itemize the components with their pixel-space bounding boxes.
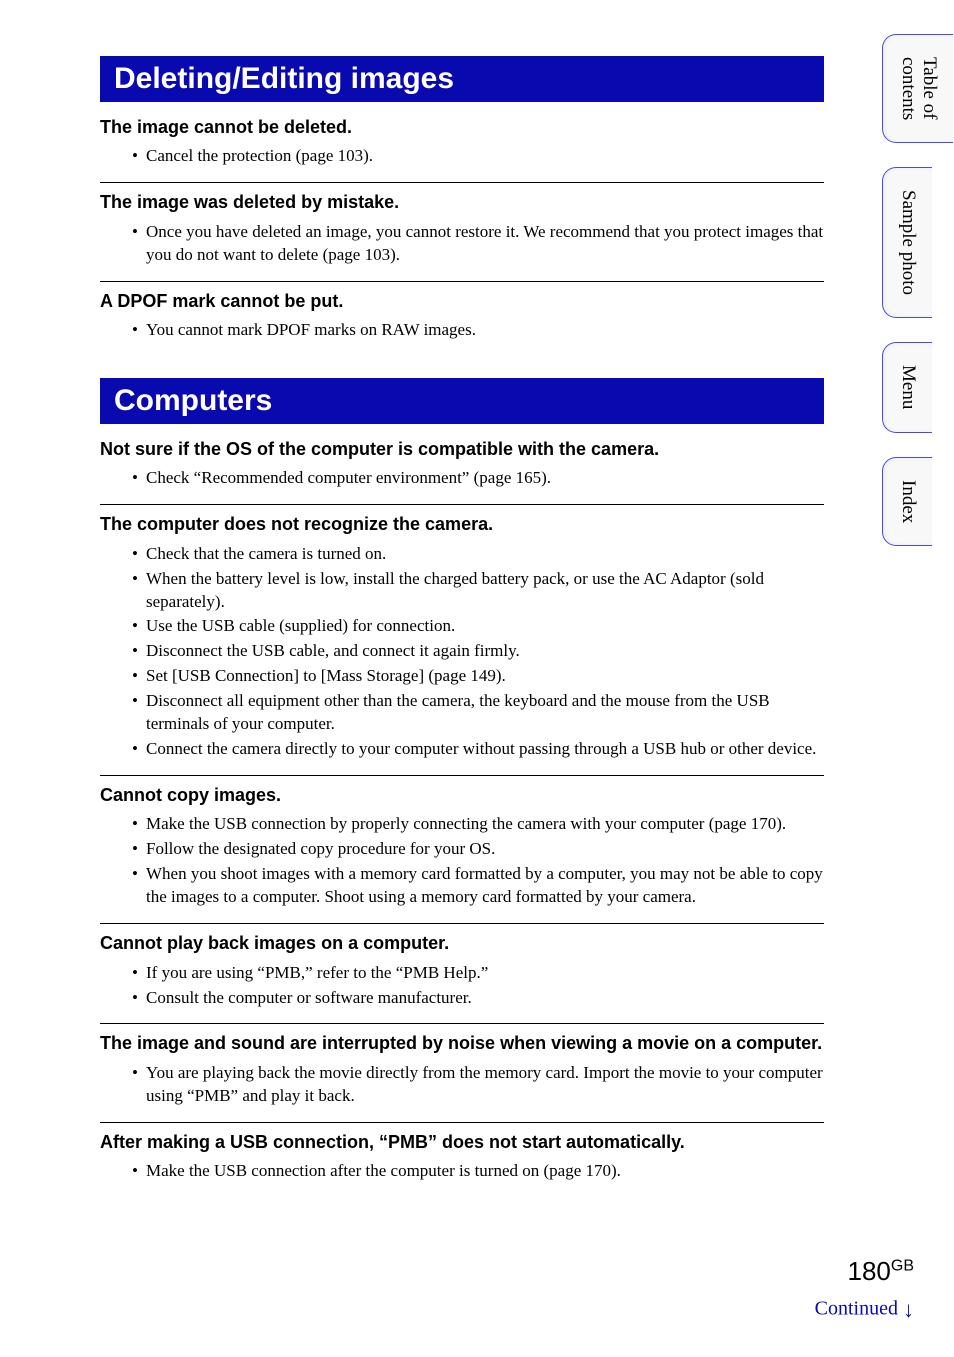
problem-block: After making a USB connection, “PMB” doe… [100, 1131, 824, 1183]
list-item: Use the USB cable (supplied) for connect… [132, 615, 824, 638]
problem-block: Cannot copy images. Make the USB connect… [100, 784, 824, 909]
bullet-list: Check “Recommended computer environment”… [100, 467, 824, 490]
continued-label: Continued [815, 1298, 898, 1320]
list-item: Cancel the protection (page 103). [132, 145, 824, 168]
list-item: Make the USB connection by properly conn… [132, 813, 824, 836]
problem-heading: Cannot copy images. [100, 784, 824, 807]
problem-heading: Cannot play back images on a computer. [100, 932, 824, 955]
problem-heading: A DPOF mark cannot be put. [100, 290, 824, 313]
list-item: Once you have deleted an image, you cann… [132, 221, 824, 267]
divider [100, 923, 824, 924]
list-item: Make the USB connection after the comput… [132, 1160, 824, 1183]
list-item: Consult the computer or software manufac… [132, 987, 824, 1010]
problem-block: Not sure if the OS of the computer is co… [100, 438, 824, 490]
list-item: Disconnect the USB cable, and connect it… [132, 640, 824, 663]
side-tabs: Table of contents Sample photo Menu Inde… [882, 34, 942, 570]
continued-indicator[interactable]: Continued ↓ [815, 1297, 914, 1323]
problem-block: The image cannot be deleted. Cancel the … [100, 116, 824, 168]
problem-block: Cannot play back images on a computer. I… [100, 932, 824, 1009]
tab-index[interactable]: Index [882, 457, 932, 546]
list-item: Disconnect all equipment other than the … [132, 690, 824, 736]
bullet-list: Cancel the protection (page 103). [100, 145, 824, 168]
divider [100, 504, 824, 505]
divider [100, 1023, 824, 1024]
section-header-deleting: Deleting/Editing images [100, 56, 824, 102]
bullet-list: You cannot mark DPOF marks on RAW images… [100, 319, 824, 342]
tab-menu[interactable]: Menu [882, 342, 932, 432]
page-number-value: 180 [847, 1256, 890, 1286]
problem-block: The image was deleted by mistake. Once y… [100, 191, 824, 266]
bullet-list: Once you have deleted an image, you cann… [100, 221, 824, 267]
divider [100, 775, 824, 776]
tab-table-of-contents[interactable]: Table of contents [882, 34, 953, 143]
bullet-list: Make the USB connection by properly conn… [100, 813, 824, 909]
list-item: Check “Recommended computer environment”… [132, 467, 824, 490]
bullet-list: Make the USB connection after the comput… [100, 1160, 824, 1183]
problem-heading: The image was deleted by mistake. [100, 191, 824, 214]
list-item: Follow the designated copy procedure for… [132, 838, 824, 861]
problem-heading: The computer does not recognize the came… [100, 513, 824, 536]
arrow-down-icon: ↓ [903, 1297, 914, 1322]
problem-block: The computer does not recognize the came… [100, 513, 824, 761]
list-item: You cannot mark DPOF marks on RAW images… [132, 319, 824, 342]
divider [100, 1122, 824, 1123]
page-number-suffix: GB [891, 1257, 914, 1274]
divider [100, 281, 824, 282]
bullet-list: You are playing back the movie directly … [100, 1062, 824, 1108]
list-item: Connect the camera directly to your comp… [132, 738, 824, 761]
bullet-list: If you are using “PMB,” refer to the “PM… [100, 962, 824, 1010]
list-item: Check that the camera is turned on. [132, 543, 824, 566]
problem-heading: After making a USB connection, “PMB” doe… [100, 1131, 824, 1154]
list-item: If you are using “PMB,” refer to the “PM… [132, 962, 824, 985]
list-item: When the battery level is low, install t… [132, 568, 824, 614]
problem-heading: The image cannot be deleted. [100, 116, 824, 139]
list-item: You are playing back the movie directly … [132, 1062, 824, 1108]
page-number: 180GB [847, 1256, 914, 1287]
list-item: When you shoot images with a memory card… [132, 863, 824, 909]
list-item: Set [USB Connection] to [Mass Storage] (… [132, 665, 824, 688]
section-header-computers: Computers [100, 378, 824, 424]
bullet-list: Check that the camera is turned on. When… [100, 543, 824, 761]
divider [100, 182, 824, 183]
problem-heading: The image and sound are interrupted by n… [100, 1032, 824, 1055]
problem-block: The image and sound are interrupted by n… [100, 1032, 824, 1107]
tab-sample-photo[interactable]: Sample photo [882, 167, 932, 318]
page-content: Deleting/Editing images The image cannot… [0, 0, 954, 1183]
problem-heading: Not sure if the OS of the computer is co… [100, 438, 824, 461]
problem-block: A DPOF mark cannot be put. You cannot ma… [100, 290, 824, 342]
